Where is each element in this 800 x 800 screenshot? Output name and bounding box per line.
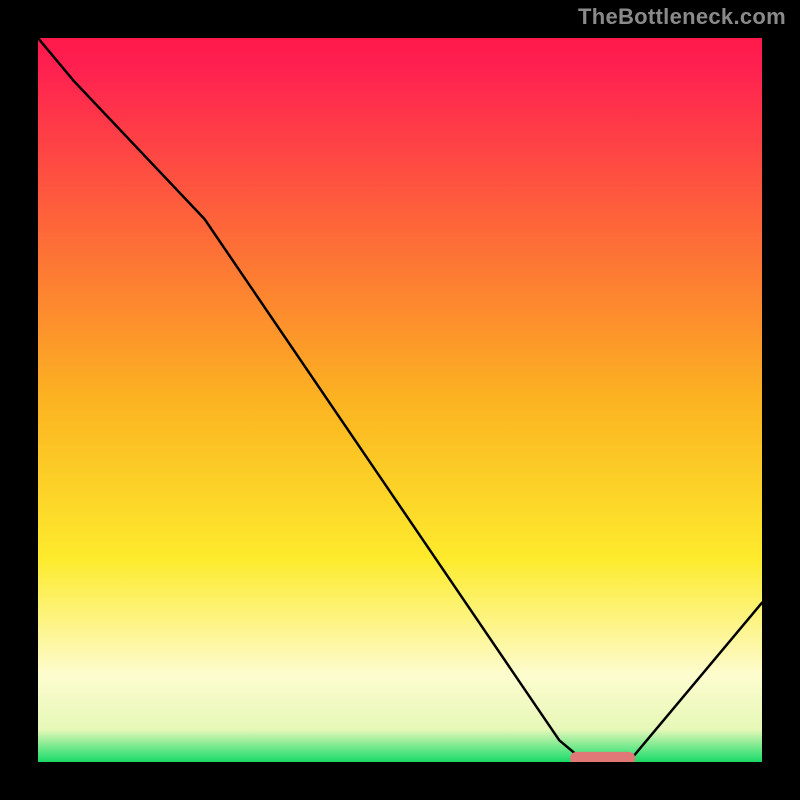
chart-background [38, 38, 762, 762]
plot-area [38, 38, 762, 762]
valley-marker [570, 752, 635, 762]
watermark-text: TheBottleneck.com [578, 4, 786, 30]
chart-svg [38, 38, 762, 762]
chart-frame: TheBottleneck.com [0, 0, 800, 800]
